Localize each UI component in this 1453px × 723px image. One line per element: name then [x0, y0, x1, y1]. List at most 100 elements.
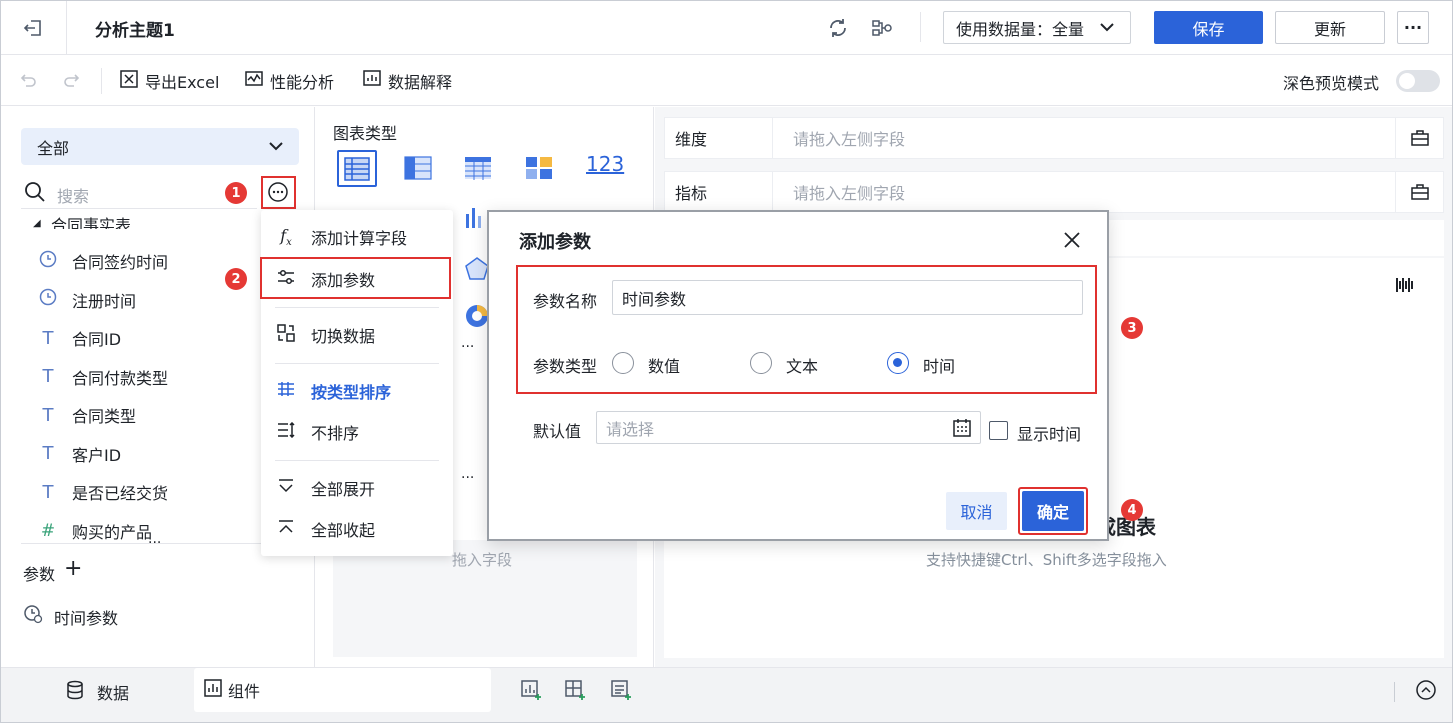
chart-type-label: 图表类型 [333, 124, 398, 143]
menu-divider [275, 460, 439, 461]
add-param-dialog: 添加参数 参数名称 时间参数 参数类型 数值 文本 时间 默认值 请选择 显示时… [487, 210, 1109, 541]
menu-add-calc-field-label: 添加计算字段 [311, 229, 408, 248]
data-amount-label: 使用数据量：全量 [956, 19, 1085, 39]
menu-divider [275, 307, 439, 308]
data-explain-button[interactable]: 数据解释 [362, 69, 452, 93]
param-item[interactable]: 时间参数 [54, 605, 118, 629]
menu-no-sort-label: 不排序 [311, 424, 360, 443]
metric-slot[interactable]: 指标 请拖入左侧字段 [664, 171, 1444, 213]
export-excel-button[interactable]: 导出Excel [119, 69, 219, 93]
more-options-icon[interactable] [267, 181, 289, 207]
chart-widget-icon [204, 679, 222, 701]
menu-switch-data-label: 切换数据 [311, 327, 376, 346]
dialog-title: 添加参数 [519, 232, 591, 253]
sort-type-icon [275, 381, 297, 401]
widget-tab[interactable]: 组件 [194, 668, 491, 712]
export-excel-label: 导出Excel [145, 73, 220, 92]
performance-analysis-button[interactable]: 性能分析 [244, 69, 334, 93]
text-icon: T [42, 366, 54, 387]
chart-type-crosstab[interactable] [404, 156, 432, 184]
field-item-label: 合同签约时间 [72, 253, 169, 272]
text-icon: T [42, 481, 54, 503]
text-icon: T [42, 443, 54, 464]
menu-sort-by-type[interactable]: 按类型排序 [275, 378, 391, 404]
field-item[interactable]: 合同签约时间 [38, 249, 168, 273]
add-widget-icon[interactable] [520, 679, 542, 705]
menu-add-calc-field[interactable]: fx 添加计算字段 [275, 224, 407, 250]
add-crosstab-icon[interactable] [564, 679, 586, 705]
bottom-divider [1394, 682, 1395, 702]
field-scope-select[interactable]: 全部 [21, 128, 299, 165]
calendar-icon[interactable] [952, 418, 972, 442]
menu-divider [275, 363, 439, 364]
function-icon: fx [280, 225, 292, 249]
chart-type-kpi-grid[interactable] [525, 156, 553, 184]
field-item-label: 是否已经交货 [72, 484, 169, 503]
update-button[interactable]: 更新 [1275, 11, 1385, 44]
no-sort-icon [275, 421, 297, 442]
field-item-label: 购买的产品 [72, 522, 153, 542]
chart-type-table-selected[interactable] [337, 150, 377, 187]
dark-mode-label: 深色预览模式 [1283, 74, 1380, 93]
field-item[interactable]: 注册时间 [38, 288, 136, 312]
data-tab-label: 数据 [97, 684, 130, 703]
save-button[interactable]: 保存 [1154, 11, 1263, 44]
chart-type-row2-partial[interactable] [464, 206, 484, 232]
dimension-slot[interactable]: 维度 请拖入左侧字段 [664, 117, 1444, 159]
add-param-icon[interactable]: + [64, 558, 82, 580]
collapse-up-icon[interactable] [1415, 679, 1437, 705]
text-icon: T [42, 327, 54, 349]
metric-settings-icon[interactable] [1395, 172, 1443, 212]
undo-icon[interactable] [16, 68, 40, 92]
chart-type-more-dots[interactable]: ··· [461, 339, 474, 355]
canvas-hint: 支持快捷键Ctrl、Shift多选字段拖入 [926, 551, 1167, 569]
dimension-settings-icon[interactable] [1395, 118, 1443, 158]
chart-type-detail-table[interactable] [464, 156, 492, 184]
search-input[interactable]: 搜索 [57, 183, 247, 207]
field-item[interactable]: T 合同付款类型 [38, 365, 169, 389]
data-explain-icon [362, 69, 382, 93]
field-item-label: 客户ID [72, 445, 122, 465]
menu-sort-by-type-label: 按类型排序 [311, 383, 392, 402]
top-divider-2 [920, 12, 921, 42]
chart-type-number[interactable]: 123 [586, 152, 624, 176]
field-item[interactable]: T 客户ID [38, 442, 122, 466]
lineage-icon[interactable] [868, 14, 896, 42]
collapse-all-icon [275, 519, 297, 539]
field-item-label: 合同ID [72, 330, 122, 349]
hash-icon: # [40, 520, 56, 541]
field-item[interactable]: T 合同ID [38, 326, 122, 350]
menu-collapse-all[interactable]: 全部收起 [275, 516, 375, 542]
barcode-icon[interactable] [1395, 275, 1415, 299]
dimension-label: 维度 [665, 118, 773, 158]
params-divider [21, 543, 297, 544]
step-badge-3: 3 [1121, 317, 1143, 339]
step-badge-1: 1 [225, 182, 247, 204]
menu-no-sort[interactable]: 不排序 [275, 419, 359, 445]
cancel-button[interactable]: 取消 [946, 492, 1007, 530]
redo-icon[interactable] [60, 68, 84, 92]
default-value-input[interactable]: 请选择 [596, 411, 981, 444]
show-time-label: 显示时间 [1017, 425, 1082, 444]
ok-button[interactable]: 确定 [1022, 491, 1084, 531]
search-icon [24, 181, 46, 207]
menu-switch-data[interactable]: 切换数据 [275, 322, 375, 348]
add-table-icon[interactable] [610, 679, 632, 705]
chevron-down-icon [267, 137, 285, 159]
more-button[interactable]: ··· [1397, 11, 1429, 44]
menu-expand-all[interactable]: 全部展开 [275, 475, 375, 501]
data-tab[interactable]: 数据 [65, 680, 129, 704]
expand-all-icon [275, 478, 297, 498]
field-item-label: 合同付款类型 [72, 368, 169, 388]
close-icon[interactable] [1062, 230, 1082, 254]
menu-expand-all-label: 全部展开 [311, 480, 376, 499]
field-item[interactable]: # 购买的产品 [38, 519, 152, 543]
field-item[interactable]: T 是否已经交货 [38, 480, 169, 504]
refresh-icon[interactable] [824, 14, 852, 42]
field-item[interactable]: T 合同类型 [38, 403, 137, 427]
back-icon[interactable] [18, 14, 48, 42]
dark-mode-toggle[interactable] [1396, 70, 1440, 92]
data-amount-select[interactable]: 使用数据量：全量 [943, 11, 1131, 44]
field-scope-value: 全部 [37, 138, 70, 158]
show-time-checkbox[interactable] [989, 421, 1008, 440]
